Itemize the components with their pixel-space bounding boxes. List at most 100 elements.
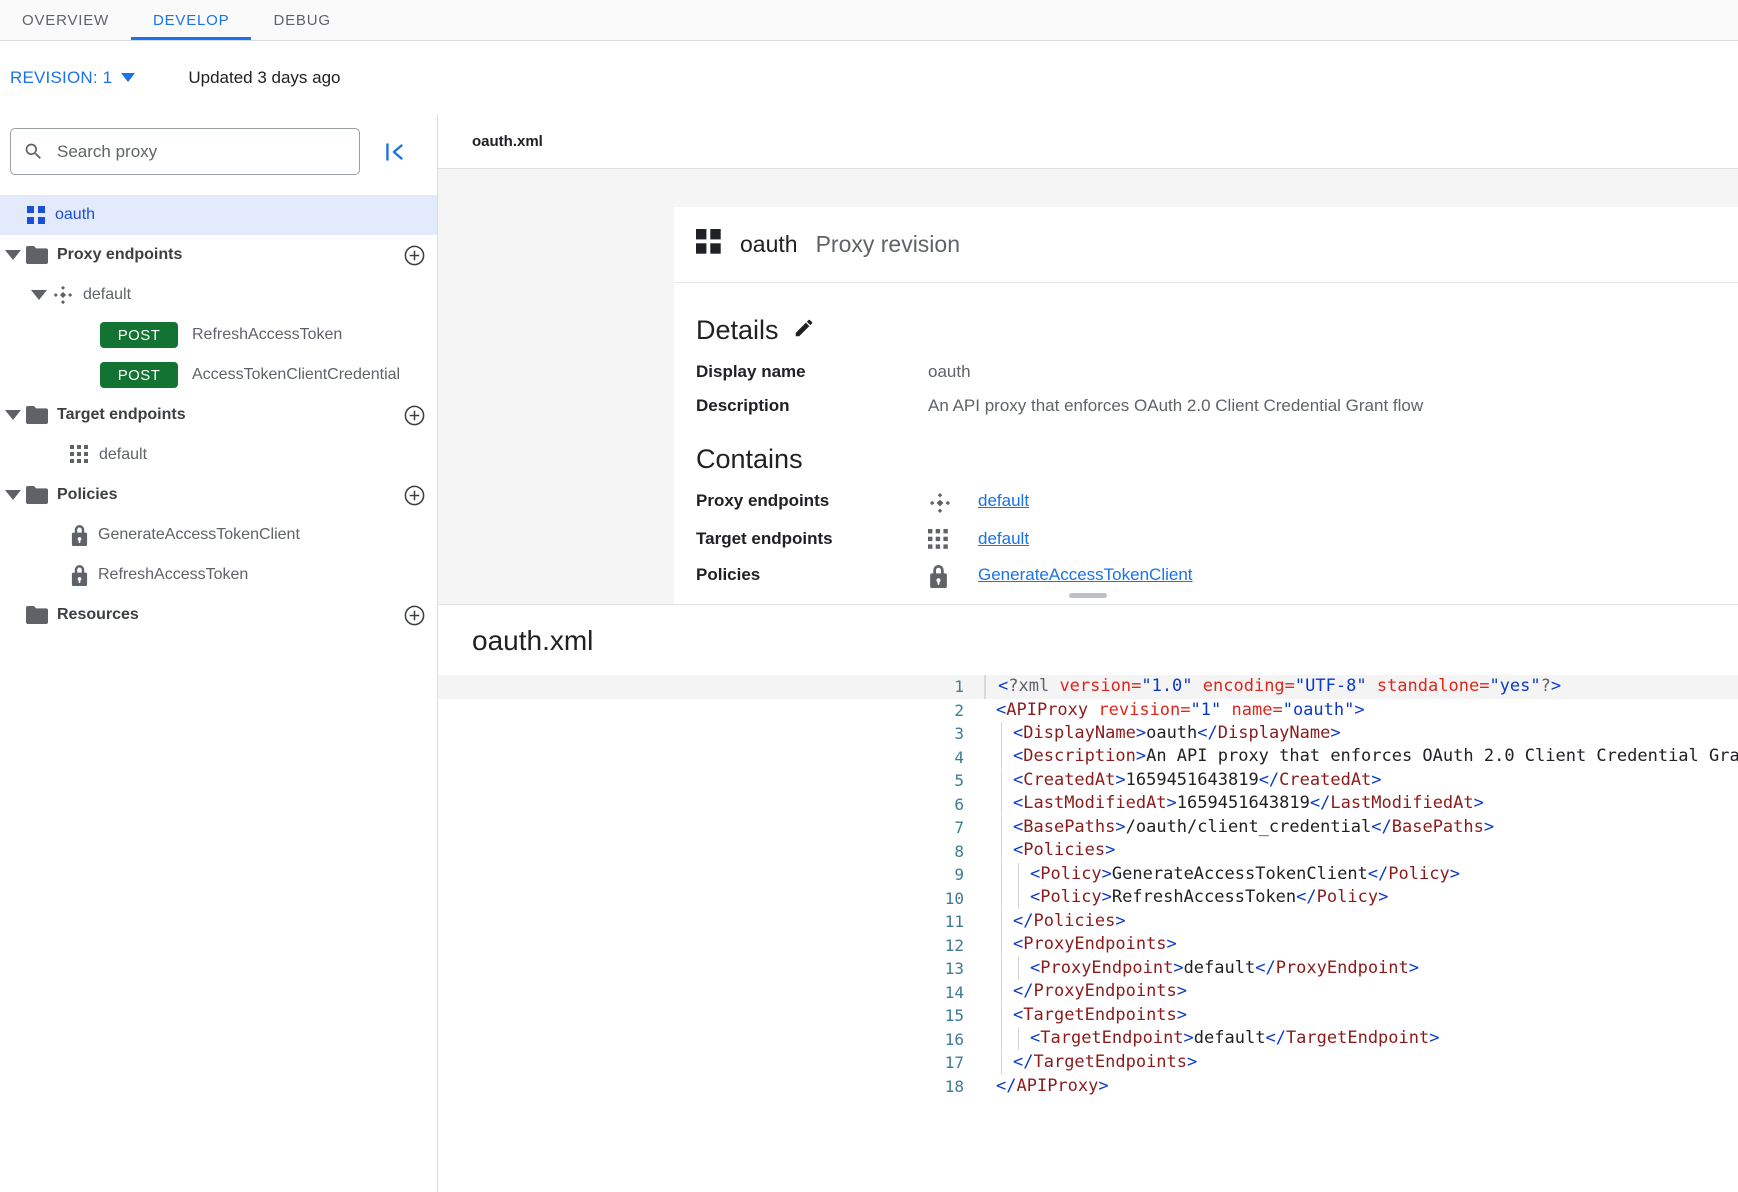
code-line[interactable]: 5<CreatedAt>1659451643819</CreatedAt> (438, 769, 1738, 793)
code-token: Policies (1023, 840, 1105, 860)
code-line[interactable]: 13<ProxyEndpoint>default</ProxyEndpoint> (438, 957, 1738, 981)
code-line[interactable]: 3<DisplayName>oauth</DisplayName> (438, 722, 1738, 746)
folder-icon (26, 486, 48, 504)
tree-item-target-endpoints[interactable]: Target endpoints (0, 395, 437, 435)
tree-item-flow-accesstokenclientcredential[interactable]: POST AccessTokenClientCredential (0, 355, 437, 395)
tab-develop-label: DEVELOP (153, 12, 229, 29)
code-token: 1659451643819 (1126, 770, 1259, 790)
tree-item-resources-label: Resources (57, 606, 139, 624)
code-token: GenerateAccessTokenClient (1112, 864, 1368, 884)
code-token: </ (1197, 723, 1217, 743)
code-token: > (1187, 1052, 1197, 1072)
indent-guide: <ProxyEndpoint>default</ProxyEndpoint> (1018, 957, 1419, 980)
code-line-text: <Policies> (986, 839, 1115, 863)
code-token: > (1167, 934, 1177, 954)
line-number: 4 (438, 746, 986, 770)
code-line[interactable]: 1<?xml version="1.0" encoding="UTF-8" st… (438, 675, 1738, 699)
collapse-panel-button[interactable] (382, 139, 408, 165)
tree-item-target-endpoint-default[interactable]: default (0, 435, 437, 475)
code-line-text: <DisplayName>oauth</DisplayName> (986, 722, 1341, 746)
code-token: </ (996, 1076, 1016, 1096)
file-tab-oauth-xml[interactable]: oauth.xml (472, 133, 543, 150)
tree-item-resources[interactable]: Resources (0, 595, 437, 635)
code-line[interactable]: 4<Description>An API proxy that enforces… (438, 746, 1738, 770)
code-line-text: <Policy>RefreshAccessToken</Policy> (986, 886, 1388, 910)
tab-develop[interactable]: DEVELOP (131, 0, 251, 40)
code-line[interactable]: 17</TargetEndpoints> (438, 1051, 1738, 1075)
twisty-policies-icon[interactable] (0, 490, 26, 500)
search-input[interactable] (55, 141, 347, 163)
code-token: LastModifiedAt (1023, 793, 1166, 813)
code-token: CreatedAt (1023, 770, 1115, 790)
code-line[interactable]: 11</Policies> (438, 910, 1738, 934)
code-line[interactable]: 9<Policy>GenerateAccessTokenClient</Poli… (438, 863, 1738, 887)
tree-item-policy-refreshaccesstoken[interactable]: RefreshAccessToken (0, 555, 437, 595)
code-line[interactable]: 14</ProxyEndpoints> (438, 981, 1738, 1005)
indent-guide: <CreatedAt>1659451643819</CreatedAt> (1001, 769, 1382, 792)
tree-item-flow-refreshaccesstoken[interactable]: POST RefreshAccessToken (0, 315, 437, 355)
add-proxy-endpoint-icon[interactable] (401, 242, 427, 268)
code-line[interactable]: 7<BasePaths>/oauth/client_credential</Ba… (438, 816, 1738, 840)
contains-row-target-endpoints: Target endpoints default (696, 529, 1716, 551)
code-token: </ (1310, 793, 1330, 813)
search-row (0, 114, 437, 189)
code-token: > (1484, 817, 1494, 837)
contains-link-proxy-endpoint-default[interactable]: default (978, 491, 1029, 511)
code-token: > (1330, 723, 1340, 743)
code-line[interactable]: 12<ProxyEndpoints> (438, 934, 1738, 958)
detail-card-body: Details Display name oauth Description A… (674, 283, 1738, 588)
tree-item-proxy-endpoints[interactable]: Proxy endpoints (0, 235, 437, 275)
panel-resize-handle[interactable] (1069, 593, 1107, 598)
code-line[interactable]: 2<APIProxy revision="1" name="oauth"> (438, 699, 1738, 723)
line-number: 11 (438, 910, 986, 934)
code-line[interactable]: 10<Policy>RefreshAccessToken</Policy> (438, 887, 1738, 911)
code-token: "1.0" (1141, 676, 1192, 696)
twisty-proxy-endpoint-default-icon[interactable] (26, 290, 52, 300)
contains-link-target-endpoint-default[interactable]: default (978, 529, 1029, 549)
indent-guide: <LastModifiedAt>1659451643819</LastModif… (1001, 792, 1484, 815)
add-policy-icon[interactable] (401, 482, 427, 508)
line-number: 8 (438, 840, 986, 864)
add-resource-icon[interactable] (401, 602, 427, 628)
code-line[interactable]: 16<TargetEndpoint>default</TargetEndpoin… (438, 1028, 1738, 1052)
code-token: < (1013, 723, 1023, 743)
tree-item-proxy-endpoints-label: Proxy endpoints (57, 246, 182, 264)
tab-overview[interactable]: OVERVIEW (0, 0, 131, 40)
twisty-target-endpoints-icon[interactable] (0, 410, 26, 420)
line-number: 15 (438, 1004, 986, 1028)
code-line[interactable]: 15<TargetEndpoints> (438, 1004, 1738, 1028)
edit-pencil-icon[interactable] (793, 315, 815, 346)
method-badge-post: POST (100, 322, 178, 348)
code-token (1367, 676, 1377, 696)
code-token (1088, 700, 1098, 720)
indent-guide: <TargetEndpoint>default</TargetEndpoint> (1001, 1027, 1439, 1050)
code-token: </ (1371, 817, 1391, 837)
lock-icon (928, 565, 978, 588)
main-tab-bar: OVERVIEW DEVELOP DEBUG (0, 0, 1738, 41)
search-box[interactable] (10, 128, 360, 175)
code-token: > (1184, 1028, 1194, 1048)
code-lines[interactable]: 1<?xml version="1.0" encoding="UTF-8" st… (438, 675, 1738, 1192)
code-line-text: </Policies> (986, 910, 1126, 934)
tree-item-policies[interactable]: Policies (0, 475, 437, 515)
folder-icon (26, 606, 48, 624)
details-heading-label: Details (696, 315, 779, 346)
updated-text: Updated 3 days ago (188, 68, 340, 88)
tree-item-oauth[interactable]: oauth (0, 195, 437, 235)
tab-debug[interactable]: DEBUG (251, 0, 352, 40)
revision-dropdown[interactable]: REVISION: 1 (10, 68, 135, 88)
twisty-proxy-endpoints-icon[interactable] (0, 250, 26, 260)
indent-guide: <DisplayName>oauth</DisplayName> (1001, 722, 1341, 745)
code-token: </ (1255, 958, 1275, 978)
detail-field-display-name-key: Display name (696, 362, 928, 382)
tree-item-policy-generateaccesstokenclient[interactable]: GenerateAccessTokenClient (0, 515, 437, 555)
code-token: > (1429, 1028, 1439, 1048)
revision-bar: REVISION: 1 Updated 3 days ago (0, 41, 1738, 114)
code-line[interactable]: 18</APIProxy> (438, 1075, 1738, 1099)
code-line[interactable]: 6<LastModifiedAt>1659451643819</LastModi… (438, 793, 1738, 817)
contains-link-policy-generateaccesstokenclient[interactable]: GenerateAccessTokenClient (978, 565, 1193, 585)
tree-item-proxy-endpoint-default[interactable]: default (0, 275, 437, 315)
add-target-endpoint-icon[interactable] (401, 402, 427, 428)
code-line[interactable]: 8<Policies> (438, 840, 1738, 864)
target-endpoint-icon (70, 445, 90, 465)
